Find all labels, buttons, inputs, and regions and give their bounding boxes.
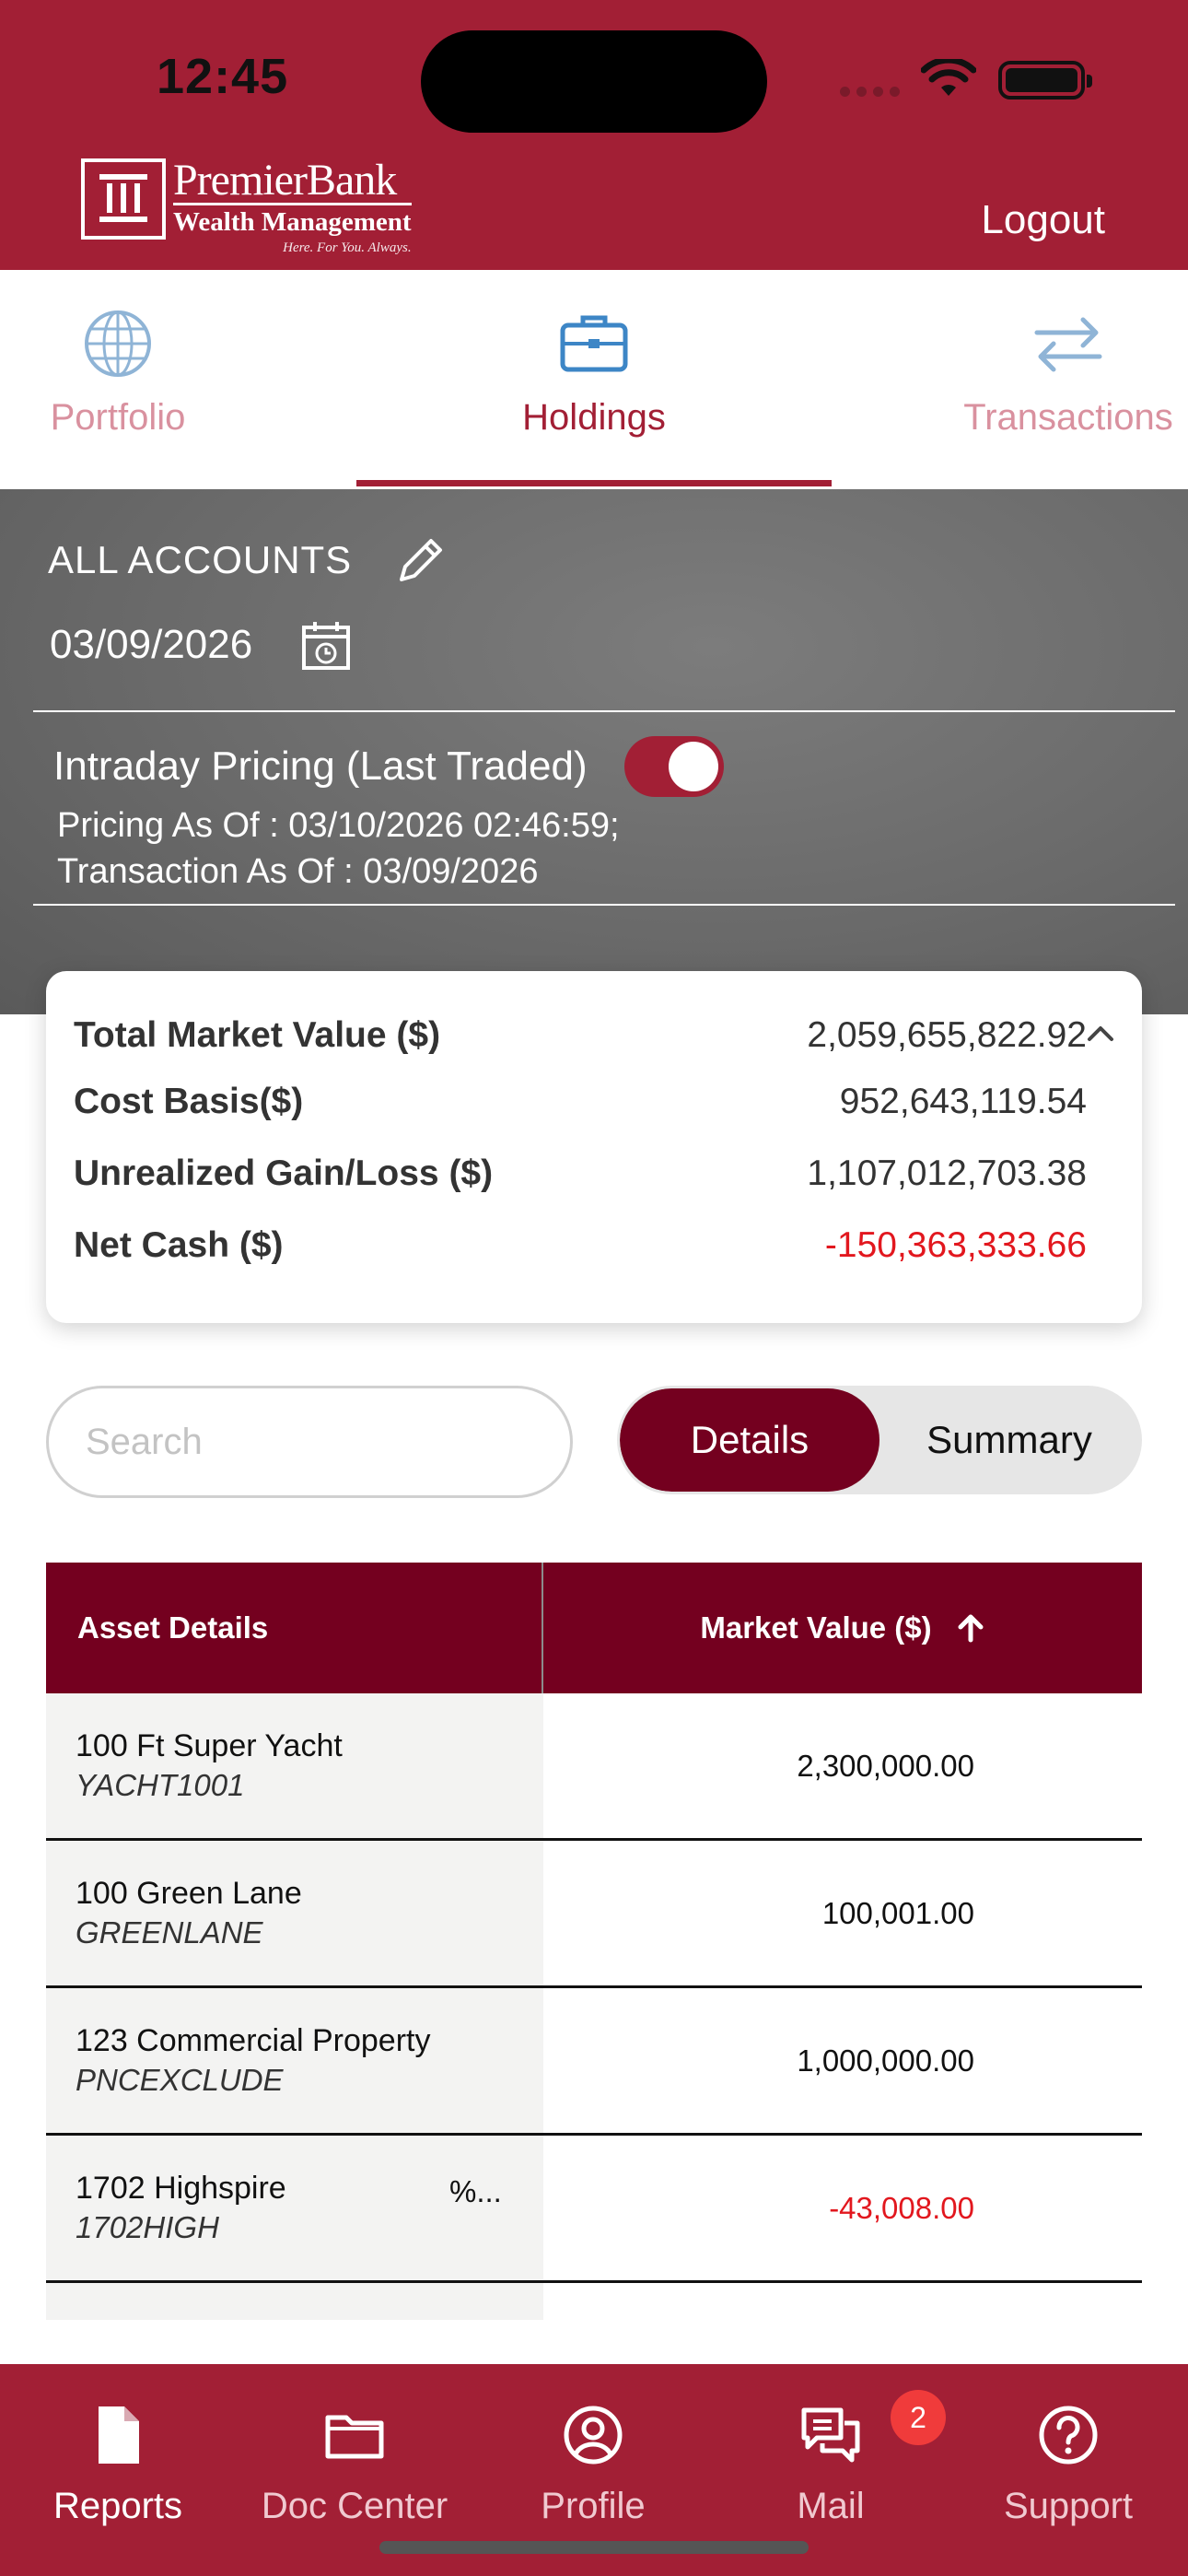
asset-code: PNCEXCLUDE [76,2063,284,2097]
help-circle-icon [1039,2406,1098,2465]
market-value: 2,300,000.00 [797,1748,974,1783]
asset-name: 100 Green Lane [76,1876,302,1911]
metric-net-cash: Net Cash ($) -150,363,333.66 [74,1225,1087,1265]
details-view-button[interactable]: Details [620,1388,879,1492]
table-row[interactable]: 100 Ft Super Yacht YACHT1001 2,300,000.0… [46,1693,1142,1841]
asset-code: YACHT1001 [76,1768,245,1802]
table-row[interactable]: 123 Commercial Property PNCEXCLUDE 1,000… [46,1988,1142,2136]
cellular-signal-icon [840,87,900,97]
divider [33,904,1175,906]
account-selector-label[interactable]: ALL ACCOUNTS [48,538,352,582]
transaction-as-of: Transaction As Of : 03/09/2026 [57,852,539,891]
globe-icon [85,310,151,377]
nav-reports[interactable]: Reports [7,2364,228,2548]
asset-code: 1702HIGH [76,2210,219,2244]
pricing-as-of: Pricing As Of : 03/10/2026 02:46:59; [57,806,620,845]
divider [33,710,1175,712]
nav-profile[interactable]: Profile [483,2364,704,2548]
status-time: 12:45 [157,49,289,104]
brand-tagline: Here. For You. Always. [283,240,412,255]
asset-code: GREENLANE [76,1915,263,1950]
asset-name: 100 Ft Super Yacht [76,1728,343,1763]
tab-label: Portfolio [50,397,186,438]
table-row [46,2283,1142,2320]
wifi-icon [921,59,976,96]
holdings-table: Asset Details Market Value ($) 100 Ft Su… [46,1563,1142,2320]
metric-total-market-value: Total Market Value ($) 2,059,655,822.92 [74,1015,1087,1055]
tab-label: Transactions [963,397,1173,438]
document-icon [99,2406,139,2464]
nav-label: Mail [797,2486,865,2526]
battery-icon [998,61,1092,100]
folder-icon [325,2415,384,2459]
tab-label: Holdings [522,397,666,438]
transfer-arrows-icon [1034,317,1102,372]
table-row[interactable]: 1702 Highspire 1702HIGH %... -43,008.00 [46,2136,1142,2283]
brand-subtitle: Wealth Management [173,203,412,237]
tab-holdings[interactable]: Holdings [356,270,832,489]
percent-truncated: %... [449,2174,502,2208]
account-panel: ALL ACCOUNTS 03/09/2026 Intraday Pricing… [0,489,1188,1014]
as-of-date[interactable]: 03/09/2026 [50,622,252,668]
table-row[interactable]: 100 Green Lane GREENLANE 100,001.00 [46,1841,1142,1988]
market-value: 1,000,000.00 [797,2043,974,2078]
sort-ascending-arrow-icon[interactable] [956,1612,985,1644]
brand-name: PremierBank [173,156,397,205]
metric-cost-basis: Cost Basis($) 952,643,119.54 [74,1082,1087,1121]
market-value-header-label: Market Value ($) [700,1610,932,1645]
dynamic-island [421,30,767,133]
market-value: 100,001.00 [821,1895,974,1930]
view-segmented-control: Details Summary [617,1386,1142,1494]
asset-details-header[interactable]: Asset Details [46,1563,543,1693]
asset-name: 123 Commercial Property [76,2023,431,2058]
metric-unrealized-gain-loss: Unrealized Gain/Loss ($) 1,107,012,703.3… [74,1153,1087,1193]
brand-logo: PremierBank Wealth Management Here. For … [81,158,412,256]
edit-pencil-icon[interactable] [394,533,448,587]
calendar-icon[interactable] [300,618,352,672]
app-header: 12:45 PremierBank Wealth Management Here… [0,0,1188,270]
bank-column-icon [81,158,166,240]
intraday-pricing-toggle[interactable] [623,736,724,797]
search-input[interactable] [46,1386,573,1498]
home-indicator[interactable] [379,2541,809,2554]
active-tab-indicator [356,480,832,486]
nav-support[interactable]: Support [958,2364,1179,2548]
nav-label: Doc Center [261,2486,448,2526]
market-value-header[interactable]: Market Value ($) [543,1563,1142,1693]
main-tabs: Portfolio Holdings Transactions [0,270,1188,489]
intraday-pricing-label: Intraday Pricing (Last Traded) [53,744,588,789]
nav-label: Profile [541,2486,646,2526]
nav-label: Reports [52,2486,183,2526]
collapse-chevron-icon[interactable] [1085,1023,1116,1045]
table-header: Asset Details Market Value ($) [46,1563,1142,1693]
tab-transactions[interactable]: Transactions [939,270,1188,489]
user-circle-icon [564,2406,623,2465]
mail-unread-badge: 2 [891,2390,946,2445]
summary-view-button[interactable]: Summary [879,1388,1139,1492]
logout-button[interactable]: Logout [981,197,1105,243]
summary-card: Total Market Value ($) 2,059,655,822.92 … [46,971,1142,1323]
nav-label: Support [1003,2486,1134,2526]
market-value: -43,008.00 [829,2190,974,2225]
chat-bubbles-icon [801,2407,860,2463]
briefcase-icon [560,315,628,372]
tab-portfolio[interactable]: Portfolio [26,270,210,489]
nav-doc-center[interactable]: Doc Center [244,2364,465,2548]
